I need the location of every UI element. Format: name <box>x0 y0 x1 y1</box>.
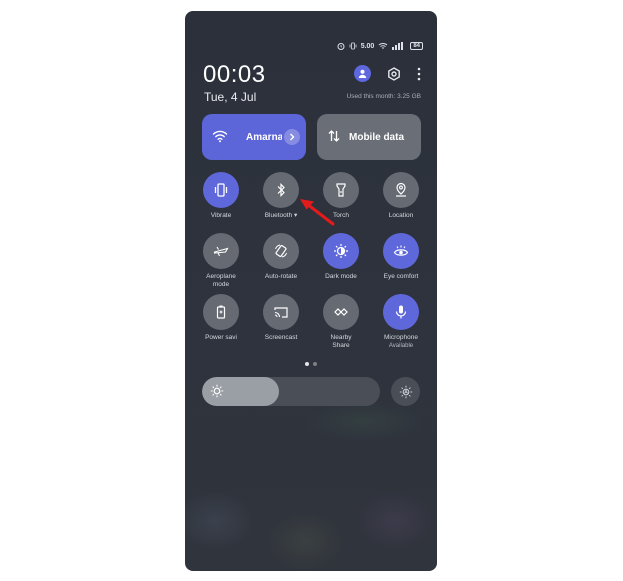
toggle-label: Vibrate <box>210 212 232 219</box>
toggle-auto-rotate-button[interactable] <box>263 233 299 269</box>
toggle-nearby-share[interactable]: Nearby Share <box>311 294 371 350</box>
brightness-icon <box>210 384 224 398</box>
toggle-vibrate-button[interactable] <box>203 172 239 208</box>
wifi-icon <box>212 130 228 143</box>
toggle-label: Location <box>388 212 414 219</box>
signal-icon <box>392 42 404 50</box>
toggle-label: Microphone <box>384 334 418 341</box>
vibrate-icon <box>214 183 228 197</box>
toggle-label: Nearby Share <box>330 334 352 349</box>
toggle-auto-rotate[interactable]: Auto-rotate <box>251 233 311 281</box>
vibrate-status-icon <box>349 42 357 50</box>
toggle-power-saving[interactable]: Power savi <box>191 294 251 342</box>
toggle-label: Screencast <box>264 334 298 341</box>
toggle-location[interactable]: Location <box>371 172 431 220</box>
mobile-data-tile[interactable]: Mobile data <box>317 114 421 160</box>
screencast-icon <box>274 307 288 318</box>
toggle-nearby-share-button[interactable] <box>323 294 359 330</box>
user-icon <box>358 69 367 78</box>
bluetooth-icon <box>277 183 285 197</box>
toggle-label: Power savi <box>205 334 237 341</box>
page-dot-active <box>305 362 309 366</box>
battery-icon <box>216 305 226 319</box>
toggle-aeroplane-mode[interactable]: Aeroplane mode <box>191 233 251 289</box>
wifi-status-icon <box>378 43 388 49</box>
blurred-background <box>185 401 437 571</box>
clock-time: 00:03 <box>203 61 266 88</box>
auto-brightness-button[interactable] <box>391 377 420 406</box>
wifi-tile[interactable]: Amarna <box>202 114 306 160</box>
toggle-label: Bluetooth ▾ <box>264 212 298 219</box>
toggle-sublabel: Available <box>388 343 414 349</box>
toggle-vibrate[interactable]: Vibrate <box>191 172 251 220</box>
eye-icon <box>393 245 409 256</box>
data-speed: 5.00 <box>360 42 375 50</box>
toggle-label: Aeroplane mode <box>206 273 236 288</box>
mobile-data-icon <box>328 130 340 142</box>
toggle-eye-comfort-button[interactable] <box>383 233 419 269</box>
quick-settings-panel: 5.00 84 00:03 Tue, 4 Jul Used this month… <box>185 11 437 571</box>
toggle-eye-comfort[interactable]: Eye comfort <box>371 233 431 281</box>
nearby-share-icon <box>334 308 348 316</box>
status-bar: 5.00 84 <box>337 42 423 50</box>
aeroplane-icon <box>213 246 229 257</box>
toggle-microphone-button[interactable] <box>383 294 419 330</box>
toggle-bluetooth-button[interactable] <box>263 172 299 208</box>
more-options-icon[interactable] <box>417 67 421 81</box>
header-actions <box>354 65 421 82</box>
user-account-button[interactable] <box>354 65 371 82</box>
page-dot <box>313 362 317 366</box>
toggle-dark-mode-button[interactable] <box>323 233 359 269</box>
location-icon <box>396 182 406 197</box>
toggle-screencast[interactable]: Screencast <box>251 294 311 342</box>
rotate-icon <box>275 244 287 258</box>
microphone-icon <box>395 305 407 319</box>
settings-gear-icon[interactable] <box>387 66 401 81</box>
toggle-location-button[interactable] <box>383 172 419 208</box>
toggle-microphone[interactable]: Microphone Available <box>371 294 431 350</box>
toggle-label: Dark mode <box>325 273 357 280</box>
red-pointer-arrow <box>300 199 335 226</box>
clock-date: Tue, 4 Jul <box>204 90 257 104</box>
page-indicator <box>305 362 317 366</box>
wifi-details-button[interactable] <box>284 129 300 145</box>
toggle-label: Auto-rotate <box>264 273 298 280</box>
wifi-network-name: Amarna <box>246 132 282 143</box>
toggle-screencast-button[interactable] <box>263 294 299 330</box>
toggle-label: Eye comfort <box>383 273 419 280</box>
data-usage-text: Used this month: 3.25 GB <box>346 93 421 100</box>
auto-brightness-icon <box>399 385 412 398</box>
dark-mode-icon <box>334 244 348 258</box>
battery-indicator: 84 <box>410 42 423 50</box>
toggle-power-saving-button[interactable] <box>203 294 239 330</box>
brightness-slider[interactable] <box>202 377 380 406</box>
chevron-right-icon <box>290 133 295 141</box>
alarm-icon <box>337 43 345 50</box>
mobile-data-label: Mobile data <box>349 132 405 143</box>
toggle-dark-mode[interactable]: Dark mode <box>311 233 371 281</box>
toggle-aeroplane-button[interactable] <box>203 233 239 269</box>
